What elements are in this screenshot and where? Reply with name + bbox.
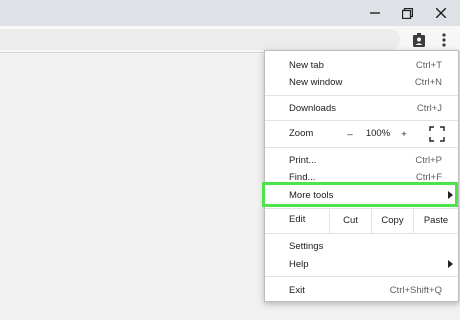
zoom-row: Zoom – 100% + — [265, 122, 458, 146]
restore-button[interactable] — [390, 0, 424, 26]
profile-badge-icon — [413, 32, 425, 47]
zoom-out-button[interactable]: – — [341, 125, 359, 143]
paste-button[interactable]: Paste — [413, 208, 458, 233]
title-bar — [0, 0, 460, 26]
close-button[interactable] — [424, 0, 458, 26]
edit-row: Edit Cut Copy Paste — [265, 208, 458, 233]
zoom-label: Zoom — [289, 128, 314, 139]
downloads-shortcut: Ctrl+J — [416, 102, 442, 114]
zoom-in-button[interactable]: + — [395, 125, 413, 143]
minimize-icon — [370, 12, 380, 14]
zoom-level: 100% — [365, 128, 391, 139]
exit-shortcut: Ctrl+Shift+Q — [389, 284, 442, 296]
three-dot-menu-icon — [442, 32, 446, 47]
help-label: Help — [289, 258, 309, 270]
new-tab-label: New tab — [289, 59, 324, 71]
menu-separator — [265, 95, 458, 96]
settings-label: Settings — [289, 240, 324, 252]
exit-label: Exit — [289, 284, 305, 296]
menu-separator — [265, 276, 458, 277]
close-icon — [436, 8, 446, 18]
menu-item-downloads[interactable]: Downloads Ctrl+J — [265, 99, 458, 117]
more-tools-label: More tools — [289, 189, 334, 201]
menu-separator — [265, 147, 458, 148]
menu-separator — [265, 233, 458, 234]
print-shortcut: Ctrl+P — [415, 154, 442, 166]
main-menu-button[interactable] — [434, 29, 454, 50]
new-window-shortcut: Ctrl+N — [414, 76, 442, 88]
restore-icon — [401, 7, 413, 19]
menu-item-print[interactable]: Print... Ctrl+P — [265, 151, 458, 169]
menu-item-new-tab[interactable]: New tab Ctrl+T — [265, 56, 458, 74]
fullscreen-icon[interactable] — [429, 126, 445, 142]
new-tab-shortcut: Ctrl+T — [415, 59, 442, 71]
copy-button[interactable]: Copy — [371, 208, 413, 233]
profile-button[interactable] — [409, 29, 429, 50]
find-shortcut: Ctrl+F — [415, 171, 442, 183]
menu-item-more-tools[interactable]: More tools — [265, 186, 458, 204]
menu-separator — [265, 120, 458, 121]
menu-item-new-window[interactable]: New window Ctrl+N — [265, 73, 458, 91]
menu-item-help[interactable]: Help — [265, 255, 458, 273]
new-window-label: New window — [289, 76, 343, 88]
submenu-arrow-icon — [448, 191, 453, 199]
chrome-main-menu: New tab Ctrl+T New window Ctrl+N Downloa… — [264, 50, 459, 302]
browser-toolbar — [0, 26, 460, 53]
minimize-button[interactable] — [358, 0, 392, 26]
downloads-label: Downloads — [289, 102, 336, 114]
submenu-arrow-icon — [448, 260, 453, 268]
menu-item-find[interactable]: Find... Ctrl+F — [265, 168, 458, 186]
cut-button[interactable]: Cut — [329, 208, 371, 233]
menu-item-exit[interactable]: Exit Ctrl+Shift+Q — [265, 281, 458, 299]
print-label: Print... — [289, 154, 317, 166]
edit-label: Edit — [289, 214, 306, 225]
menu-item-settings[interactable]: Settings — [265, 237, 458, 255]
find-label: Find... — [289, 171, 316, 183]
address-bar[interactable] — [0, 29, 400, 50]
